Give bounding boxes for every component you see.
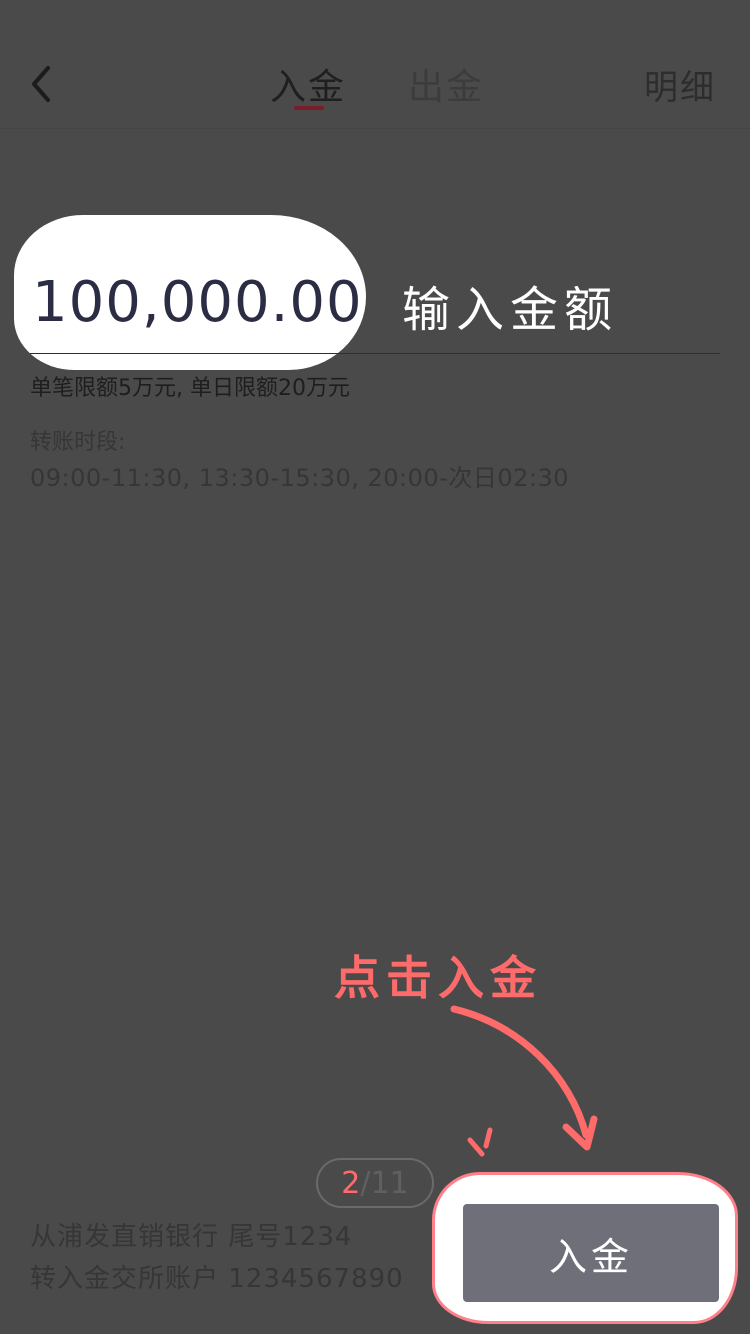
amount-underline xyxy=(30,353,720,354)
tab-deposit[interactable]: 入金 xyxy=(270,58,346,110)
page-total: 11 xyxy=(370,1166,409,1201)
sparkle-icon xyxy=(467,1127,493,1157)
deposit-screen: 入金 出金 明细 100,000.00 输入金额 单笔限额5万元, 单日限额20… xyxy=(0,0,750,1334)
page-current: 2 xyxy=(341,1166,361,1201)
amount-placeholder: 输入金额 xyxy=(402,282,619,338)
nav-bar: 入金 出金 明细 xyxy=(0,0,750,129)
tab-withdraw[interactable]: 出金 xyxy=(408,58,484,110)
transfer-time-value: 09:00-11:30, 13:30-15:30, 20:00-次日02:30 xyxy=(30,464,569,492)
transfer-time-label: 转账时段: xyxy=(30,430,126,455)
page-separator: / xyxy=(360,1166,371,1201)
source-account: 从浦发直销银行 尾号1234 xyxy=(30,1222,353,1252)
deposit-button[interactable]: 入金 xyxy=(463,1204,719,1302)
target-account: 转入金交所账户 1234567890 xyxy=(30,1264,404,1294)
details-link[interactable]: 明细 xyxy=(644,60,716,109)
active-tab-indicator xyxy=(294,106,324,110)
limit-text: 单笔限额5万元, 单日限额20万元 xyxy=(30,376,350,401)
page-indicator: 2/11 xyxy=(316,1158,434,1208)
amount-input[interactable]: 100,000.00 xyxy=(32,270,363,335)
back-button[interactable] xyxy=(22,60,62,108)
chevron-left-icon xyxy=(32,66,50,102)
